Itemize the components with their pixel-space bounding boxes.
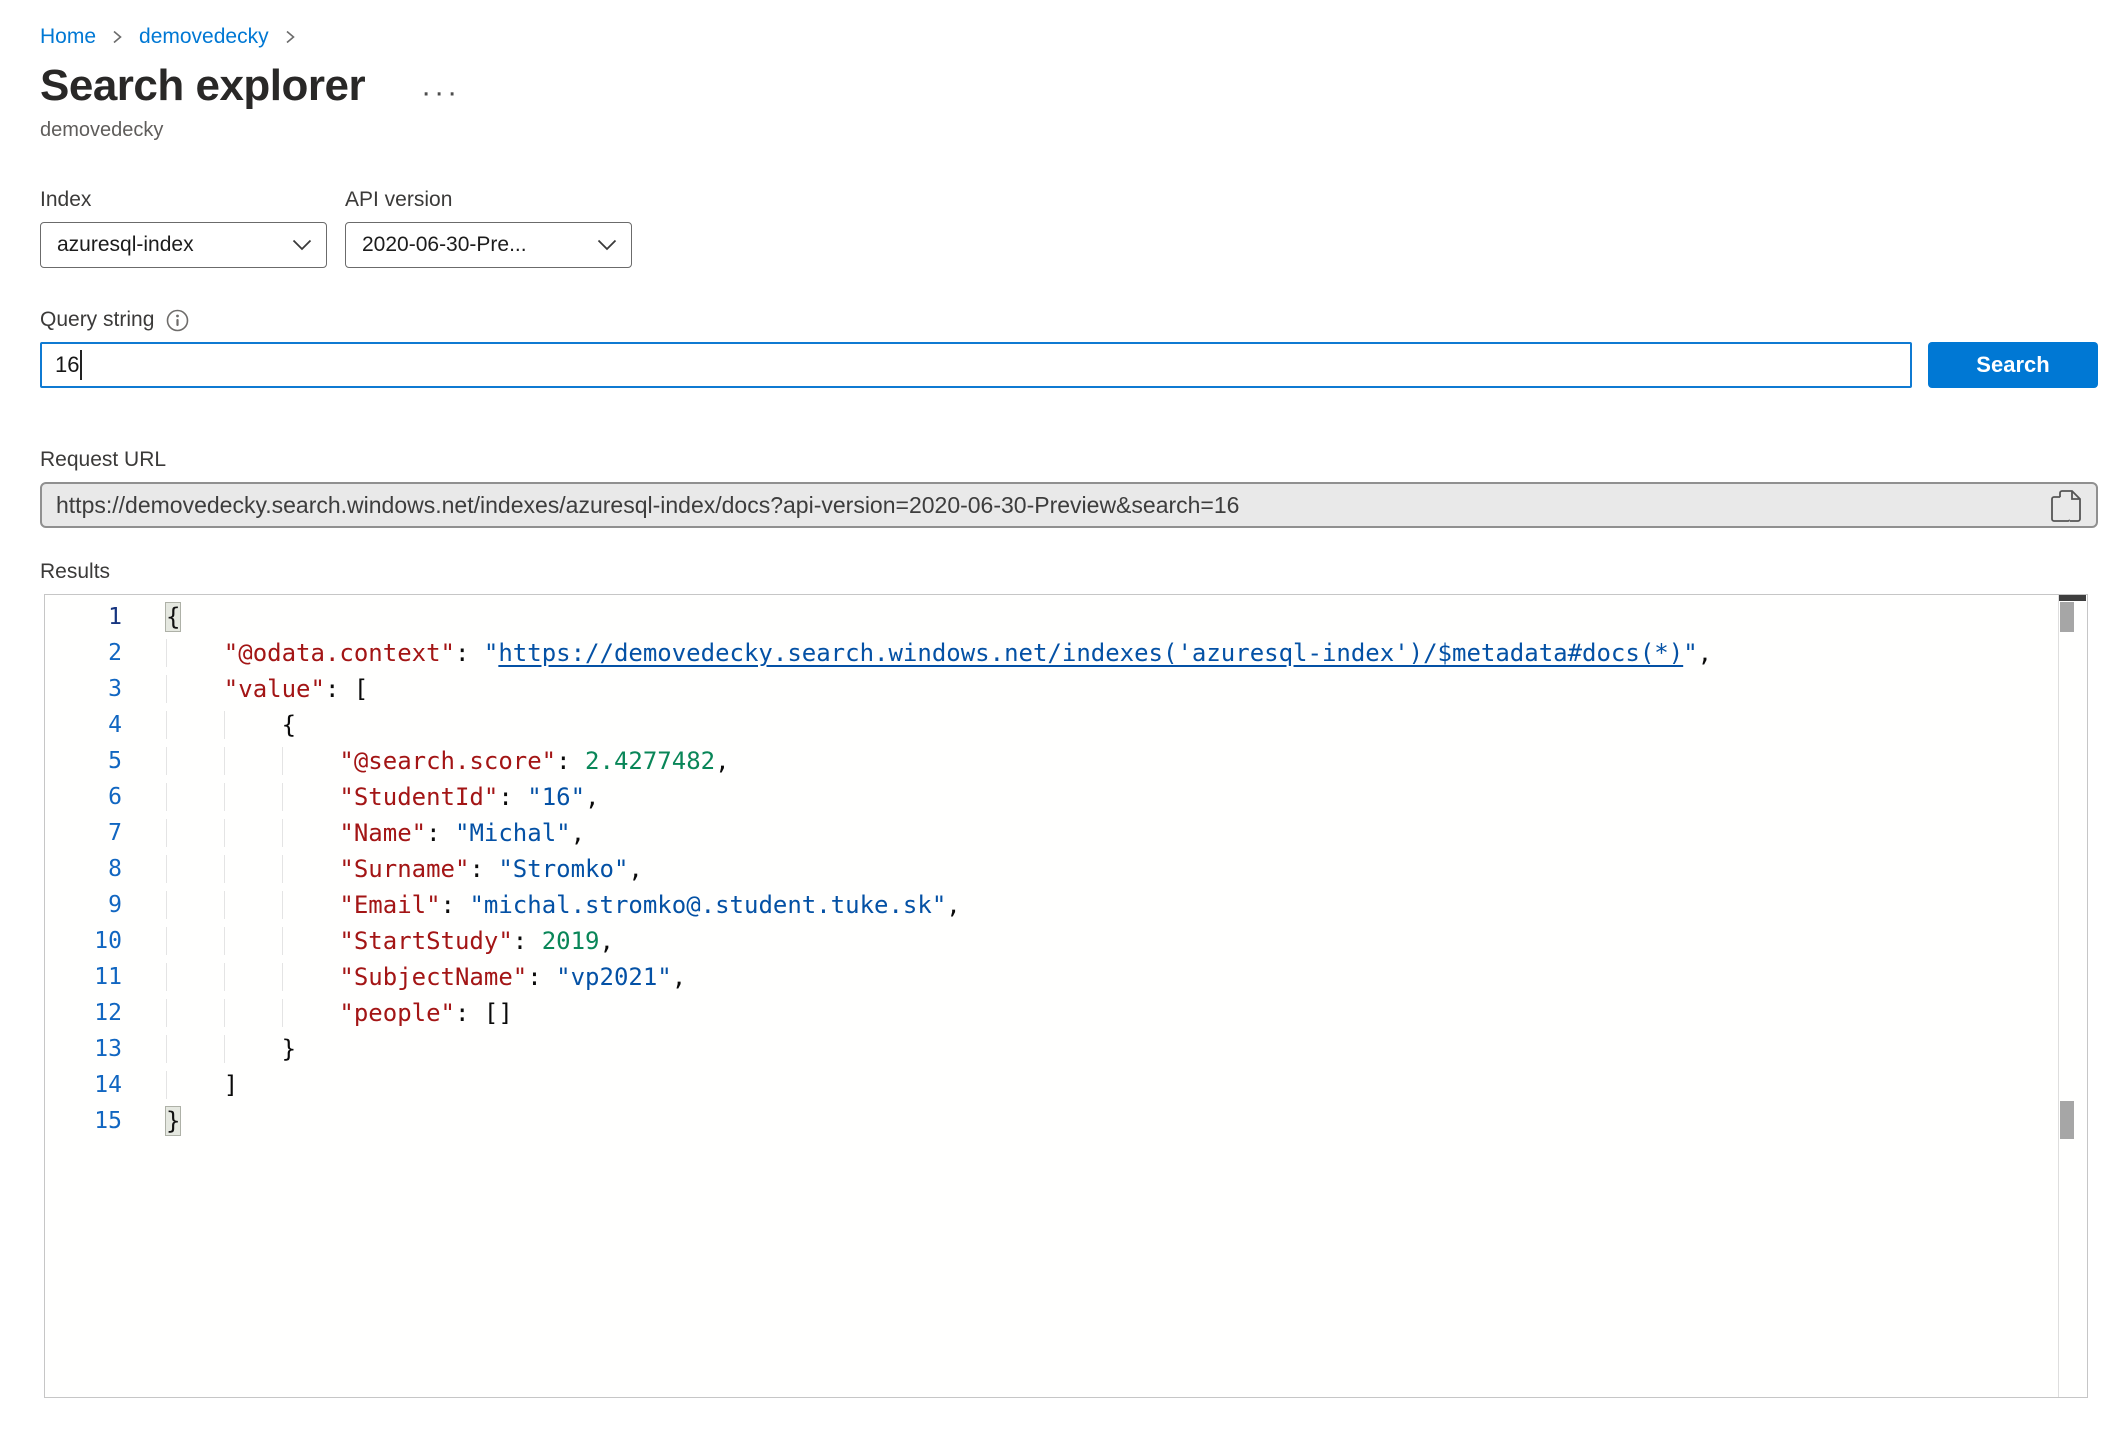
index-label: Index [40,188,327,212]
code-line: 15} [45,1103,2087,1139]
line-number: 7 [45,815,166,851]
code-line: 13 } [45,1031,2087,1067]
code-line: 12 "people": [] [45,995,2087,1031]
scrollbar-thumb[interactable] [2060,602,2074,632]
copy-icon[interactable] [2050,489,2084,525]
request-url-field[interactable]: https://demovedecky.search.windows.net/i… [40,482,2098,528]
results-json-editor[interactable]: 1{2 "@odata.context": "https://demovedec… [44,594,2088,1398]
overview-ruler-top-decoration [2059,595,2086,601]
api-version-label: API version [345,188,632,212]
index-dropdown-value: azuresql-index [57,233,194,257]
code-line: 8 "Surname": "Stromko", [45,851,2087,887]
line-number: 3 [45,671,166,707]
page-title: Search explorer [40,61,365,111]
line-number: 10 [45,923,166,959]
chevron-right-icon [284,29,297,45]
code-line: 9 "Email": "michal.stromko@.student.tuke… [45,887,2087,923]
api-version-dropdown-value: 2020-06-30-Pre... [362,233,527,257]
line-number: 9 [45,887,166,923]
more-options-button[interactable]: ··· [421,69,460,103]
code-line: 6 "StudentId": "16", [45,779,2087,815]
query-input[interactable]: 16 [40,342,1912,388]
code-line: 14 ] [45,1067,2087,1103]
info-icon[interactable] [166,309,189,332]
query-input-value: 16 [55,352,79,378]
request-url-label: Request URL [40,448,2098,472]
search-explorer-blade: Home demovedecky Search explorer ··· dem… [0,25,2098,1398]
line-number: 8 [45,851,166,887]
page-subtitle: demovedecky [40,119,2098,142]
query-string-label: Query string [40,308,154,332]
request-url-value: https://demovedecky.search.windows.net/i… [56,492,1239,519]
chevron-down-icon [292,233,312,257]
overview-ruler-cursor-marker [2060,1101,2074,1139]
code-line: 2 "@odata.context": "https://demovedecky… [45,635,2087,671]
line-number: 12 [45,995,166,1031]
code-line: 4 { [45,707,2087,743]
index-dropdown[interactable]: azuresql-index [40,222,327,268]
chevron-down-icon [597,233,617,257]
editor-overview-ruler [2058,595,2087,1397]
line-number: 2 [45,635,166,671]
line-number: 4 [45,707,166,743]
line-number: 14 [45,1067,166,1103]
code-line: 10 "StartStudy": 2019, [45,923,2087,959]
text-caret [80,350,82,380]
chevron-right-icon [111,29,124,45]
breadcrumb: Home demovedecky [40,25,2098,49]
line-number: 5 [45,743,166,779]
search-button[interactable]: Search [1928,342,2098,388]
code-line: 7 "Name": "Michal", [45,815,2087,851]
code-line: 3 "value": [ [45,671,2087,707]
breadcrumb-demovedecky-link[interactable]: demovedecky [139,25,269,49]
line-number: 15 [45,1103,166,1139]
line-number: 6 [45,779,166,815]
code-line: 1{ [45,599,2087,635]
code-lines: 1{2 "@odata.context": "https://demovedec… [45,599,2087,1139]
breadcrumb-home-link[interactable]: Home [40,25,96,49]
line-number: 1 [45,599,166,635]
results-label: Results [40,560,2098,584]
line-number: 11 [45,959,166,995]
api-version-dropdown[interactable]: 2020-06-30-Pre... [345,222,632,268]
line-number: 13 [45,1031,166,1067]
code-line: 5 "@search.score": 2.4277482, [45,743,2087,779]
code-line: 11 "SubjectName": "vp2021", [45,959,2087,995]
